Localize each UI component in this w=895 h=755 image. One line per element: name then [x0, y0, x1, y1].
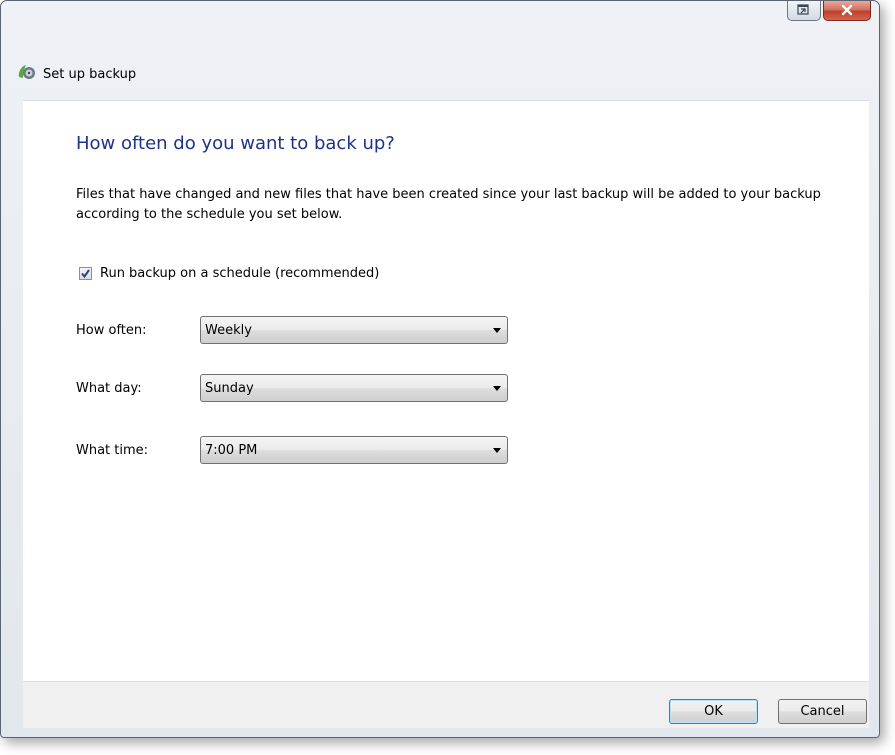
restore-window-icon: [797, 1, 811, 20]
how-often-row: How often: Weekly: [76, 316, 508, 344]
what-time-dropdown[interactable]: 7:00 PM: [200, 436, 508, 464]
checkmark-icon: [81, 269, 90, 279]
what-time-row: What time: 7:00 PM: [76, 436, 508, 464]
title-bar: Set up backup: [17, 63, 136, 85]
caption-buttons: [787, 1, 871, 23]
restore-button[interactable]: [787, 1, 821, 21]
what-day-value: Sunday: [205, 380, 254, 396]
what-day-dropdown[interactable]: Sunday: [200, 374, 508, 402]
page-heading: How often do you want to back up?: [76, 133, 395, 154]
what-day-label: What day:: [76, 380, 142, 396]
dropdown-arrow-icon: [493, 327, 501, 333]
ok-button[interactable]: OK: [669, 699, 758, 724]
close-button[interactable]: [823, 1, 871, 21]
schedule-checkbox-label: Run backup on a schedule (recommended): [100, 266, 380, 281]
how-often-value: Weekly: [205, 322, 252, 338]
close-icon: [840, 1, 854, 20]
dropdown-arrow-icon: [493, 385, 501, 391]
dialog-window: Set up backup How often do you want to b…: [0, 0, 880, 738]
page-description: Files that have changed and new files th…: [76, 187, 821, 222]
dropdown-arrow-icon: [493, 447, 501, 453]
how-often-label: How often:: [76, 322, 147, 338]
cancel-button[interactable]: Cancel: [778, 699, 867, 724]
button-bar: OK Cancel: [23, 681, 869, 728]
content-area: How often do you want to back up? Files …: [23, 100, 869, 681]
backup-icon: [17, 63, 37, 85]
what-time-value: 7:00 PM: [205, 442, 258, 458]
window-title: Set up backup: [43, 66, 137, 82]
schedule-checkbox[interactable]: [79, 267, 92, 280]
schedule-checkbox-row[interactable]: Run backup on a schedule (recommended): [79, 266, 379, 281]
how-often-dropdown[interactable]: Weekly: [200, 316, 508, 344]
what-time-label: What time:: [76, 442, 149, 458]
what-day-row: What day: Sunday: [76, 374, 508, 402]
